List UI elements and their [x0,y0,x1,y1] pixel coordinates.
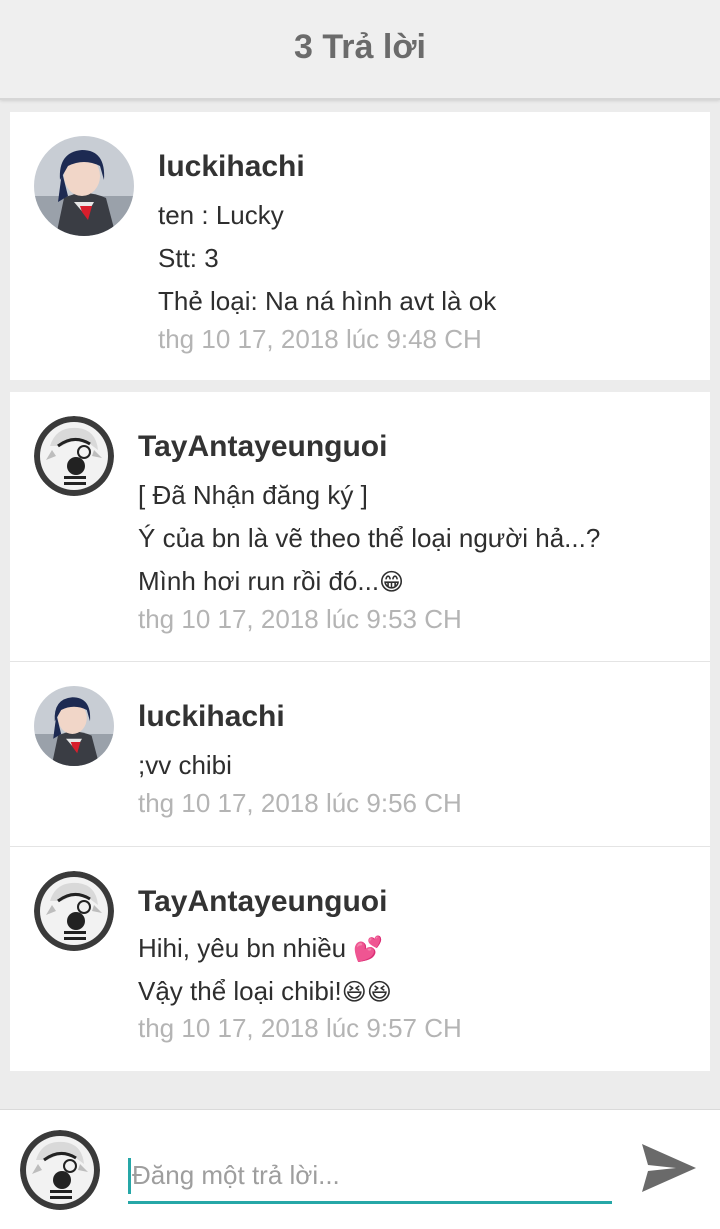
avatar-image [34,871,114,951]
text-cursor [128,1158,131,1194]
top-bar: 3 Trả lời [0,0,720,100]
replies-card: TayAntayeunguoi [ Đã Nhận đăng ký ] Ý củ… [10,392,710,1071]
reply-item: TayAntayeunguoi Hihi, yêu bn nhiều 💕 Vậy… [10,847,710,1071]
grin-emoji-icon: 😁 [379,569,405,597]
avatar-image [34,416,114,496]
reply-timestamp: thg 10 17, 2018 lúc 9:53 CH [138,604,462,634]
main-comment-card: luckihachi ten : Lucky Stt: 3 Thẻ loại: … [10,112,710,380]
comment-text-line: Thẻ loại: Na ná hình avt là ok [158,286,497,316]
current-user-avatar[interactable] [20,1130,100,1210]
reply-username[interactable]: luckihachi [138,700,285,734]
reply-text: Mình hơi run rồi đó... [138,566,380,596]
reply-input-wrapper [128,1150,612,1204]
avatar-tayantayeunguoi[interactable] [34,416,114,496]
comment-username[interactable]: luckihachi [158,150,305,184]
reply-timestamp: thg 10 17, 2018 lúc 9:56 CH [138,788,462,818]
reply-username[interactable]: TayAntayeunguoi [138,885,387,919]
reply-input[interactable] [132,1150,602,1200]
reply-text-line: Mình hơi run rồi đó...😁 [138,566,404,597]
reply-text-line: Ý của bn là vẽ theo thể loại người hả...… [138,523,601,553]
reply-composer [0,1109,720,1229]
two-hearts-emoji-icon: 💕 [353,936,384,964]
avatar-tayantayeunguoi[interactable] [34,871,114,951]
reply-text: Hihi, yêu bn nhiều [138,933,354,963]
reply-username[interactable]: TayAntayeunguoi [138,430,387,464]
reply-text-line: [ Đã Nhận đăng ký ] [138,480,368,510]
avatar-image [34,136,134,236]
reply-item: luckihachi ;vv chibi thg 10 17, 2018 lúc… [10,662,710,846]
avatar-image [20,1130,100,1210]
reply-item: TayAntayeunguoi [ Đã Nhận đăng ký ] Ý củ… [10,392,710,661]
send-icon [642,1144,696,1192]
send-button[interactable] [638,1140,700,1196]
avatar-luckihachi[interactable] [34,686,114,766]
avatar-luckihachi[interactable] [34,136,134,236]
laughing-emoji-icon: 😆😆 [341,979,392,1007]
comment-timestamp: thg 10 17, 2018 lúc 9:48 CH [158,324,482,354]
comment-text-line: Stt: 3 [158,243,219,273]
reply-timestamp: thg 10 17, 2018 lúc 9:57 CH [138,1013,462,1043]
reply-text-line: Hihi, yêu bn nhiều 💕 [138,933,383,964]
reply-text-line: ;vv chibi [138,750,232,780]
reply-text-line: Vậy thể loại chibi!😆😆 [138,976,392,1007]
reply-text: Vậy thể loại chibi! [138,976,342,1006]
comment-text-line: ten : Lucky [158,200,284,230]
avatar-image [34,686,114,766]
page-title: 3 Trả lời [294,28,426,66]
